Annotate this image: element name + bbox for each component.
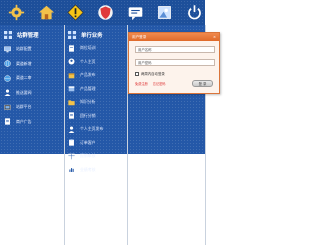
box-icon [68, 86, 75, 92]
menu-item-label: 个人主页发布 [80, 126, 104, 131]
globe-icon [4, 60, 11, 67]
document-icon [69, 44, 74, 52]
menu-item-label: 产品发布 [80, 72, 96, 77]
app-root: 站群管理 站群配置 渠道新增 渠道二审 推送要闻 站群平台 商户广告 单行业务 … [0, 0, 320, 245]
menu-item-label: 业绩考核 [80, 166, 96, 172]
user-icon [68, 126, 75, 133]
top-toolbar [0, 0, 205, 25]
document-icon [69, 112, 74, 119]
menu-item-personal-home[interactable]: 个人主页 [68, 56, 103, 67]
menu-item-expense-review[interactable]: 报销审核 [68, 151, 103, 162]
menu-column-site-group: 站群管理 站群配置 渠道新增 渠道二审 推送要闻 站群平台 商户广告 [4, 29, 39, 127]
toolbar-image-button[interactable] [154, 3, 176, 23]
gear-icon [9, 4, 25, 21]
menu-column-business: 单行业务 岗位培训 个人主页 产品发布 产品管理 知识分析 团行分销 个人主页发… [68, 29, 103, 175]
menu-heading-label: 单行业务 [81, 32, 103, 39]
menu-item-label: 知识分析 [80, 99, 96, 104]
warning-icon [67, 4, 85, 21]
username-field[interactable]: 用户名称 [135, 46, 215, 53]
menu-item-product-manage[interactable]: 产品管理 [68, 83, 103, 94]
menu-item-site-config[interactable]: 站群配置 [4, 44, 39, 55]
menu-item-label: 渠道新增 [16, 60, 32, 66]
box-icon [68, 72, 75, 78]
toolbar-security-button[interactable] [95, 3, 117, 23]
toolbar-home-button[interactable] [36, 3, 58, 23]
menu-item-performance[interactable]: 业绩考核 [68, 164, 103, 175]
menu-item-training[interactable]: 岗位培训 [68, 43, 103, 54]
menu-item-label: 产品管理 [80, 85, 96, 91]
menu-item-label: 岗位培训 [80, 45, 96, 50]
login-dialog-title: 用户登录 [132, 34, 147, 39]
clipboard-icon [69, 139, 74, 146]
message-icon [128, 7, 142, 21]
remember-me[interactable]: 两周内自动登录 [135, 71, 165, 76]
user-circle-icon [68, 58, 75, 65]
forgot-password-link[interactable]: 忘记密码 [153, 81, 166, 86]
login-links: 免费注册 忘记密码 [135, 81, 166, 86]
menu-item-label: 推送要闻 [16, 89, 32, 95]
menu-item-label: 团行分销 [80, 112, 96, 118]
menu-item-product-publish[interactable]: 产品发布 [68, 70, 103, 81]
menu-item-label: 报销审核 [80, 153, 96, 158]
menu-item-label: 渠道二审 [16, 75, 32, 80]
menu-heading-label: 站群管理 [17, 32, 39, 39]
remember-label: 两周内自动登录 [141, 72, 165, 76]
login-button[interactable]: 登 录 [192, 80, 213, 87]
grid-icon [4, 30, 12, 39]
password-field[interactable]: 用户密码 [135, 59, 215, 66]
menu-item-knowledge[interactable]: 知识分析 [68, 97, 103, 108]
menu-item-channel-add[interactable]: 渠道新增 [4, 58, 39, 69]
menu-item-site-platform[interactable]: 站群平台 [4, 102, 39, 113]
toolbar-settings-button[interactable] [6, 3, 28, 23]
menu-heading-business[interactable]: 单行业务 [68, 29, 103, 40]
menu-item-push-news[interactable]: 推送要闻 [4, 87, 39, 98]
monitor-icon [4, 45, 11, 52]
power-icon [187, 5, 201, 20]
menu-item-label: 站群配置 [16, 46, 32, 51]
menu-item-merchant-ads[interactable]: 商户广告 [4, 116, 39, 127]
menu-item-channel-review[interactable]: 渠道二审 [4, 73, 39, 84]
menu-heading-site-group[interactable]: 站群管理 [4, 29, 39, 40]
toolbar-alert-button[interactable] [65, 3, 87, 23]
globe-icon [4, 74, 11, 82]
register-link[interactable]: 免费注册 [135, 81, 148, 86]
username-placeholder: 用户名称 [138, 48, 152, 52]
toolbar-power-button[interactable] [183, 3, 205, 23]
document-icon [5, 118, 10, 125]
menu-item-label: 商户广告 [16, 118, 32, 124]
chart-icon [68, 166, 75, 173]
folder-icon [68, 99, 75, 105]
password-placeholder: 用户密码 [138, 61, 152, 65]
menu-item-distribution[interactable]: 团行分销 [68, 110, 103, 121]
login-dialog-titlebar[interactable]: 用户登录 × [129, 33, 219, 41]
menu-item-order-customer[interactable]: 订单客户 [68, 137, 103, 148]
toolbar-message-button[interactable] [124, 3, 146, 23]
close-icon[interactable]: × [213, 35, 216, 40]
image-icon [158, 6, 172, 19]
menu-item-label: 站群平台 [16, 104, 32, 109]
login-dialog: 用户登录 × 用户名称 用户密码 两周内自动登录 免费注册 忘记密码 登 录 [128, 32, 220, 94]
remember-checkbox[interactable] [135, 71, 139, 76]
grid-icon [68, 30, 76, 39]
menu-item-home-publish[interactable]: 个人主页发布 [68, 124, 103, 135]
tv-icon [4, 104, 11, 110]
menu-item-label: 个人主页 [80, 58, 96, 64]
menu-item-label: 订单客户 [80, 139, 96, 145]
home-icon [38, 5, 55, 20]
shield-icon [98, 5, 113, 20]
table-icon [68, 153, 75, 159]
user-icon [4, 89, 11, 96]
column-divider [64, 25, 65, 245]
